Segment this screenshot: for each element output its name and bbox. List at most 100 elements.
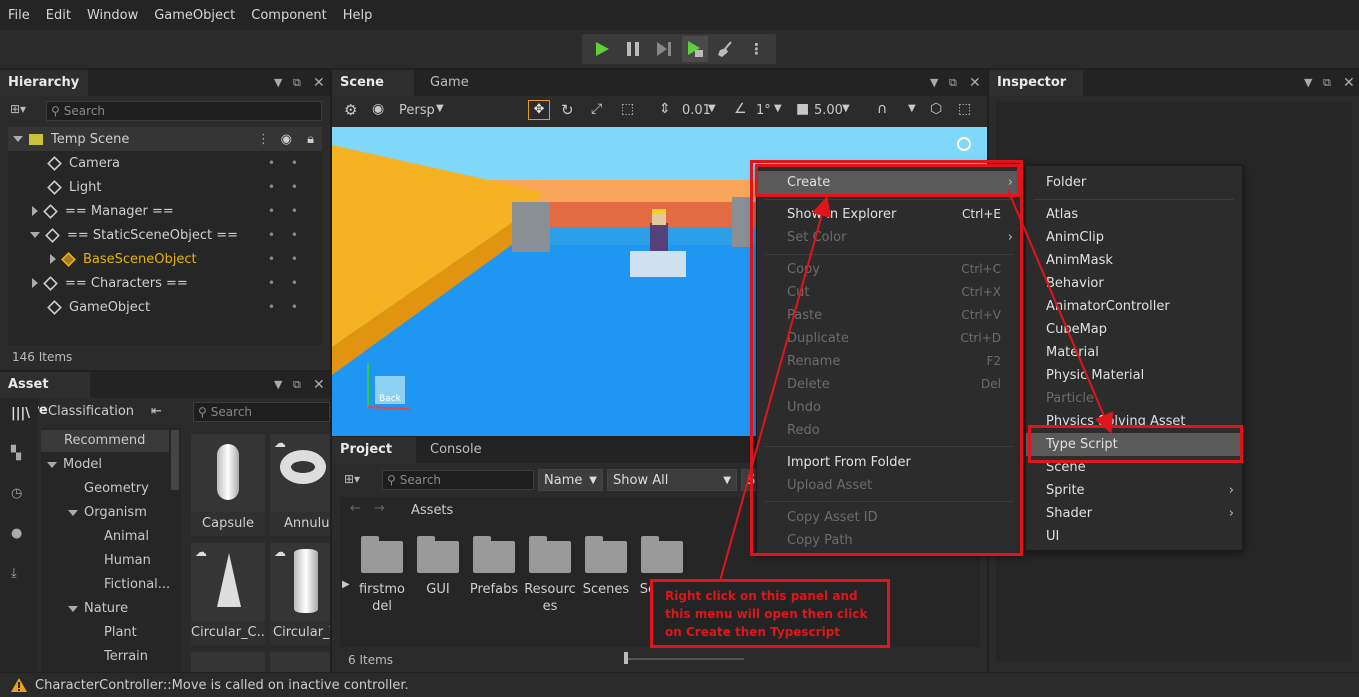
add-asset-icon[interactable]: ⊞▾ <box>344 472 360 486</box>
maximize-icon[interactable]: ⧉ <box>949 70 957 96</box>
menu-edit[interactable]: Edit <box>38 8 79 23</box>
submenu-item-ui[interactable]: UI <box>1026 525 1242 548</box>
zoom-slider-handle[interactable] <box>624 652 628 664</box>
dropdown-icon[interactable]: ▼ <box>930 70 938 96</box>
chevron-down-icon[interactable]: ▼ <box>842 103 850 114</box>
tree-row[interactable]: BaseSceneObject •• <box>8 247 322 271</box>
fullscreen-icon[interactable]: ⬚ <box>958 101 971 117</box>
visibility-dots[interactable]: •• <box>268 228 314 242</box>
close-icon[interactable]: ✕ <box>313 372 325 398</box>
tab-scene[interactable]: Scene <box>332 70 414 96</box>
tab-asset-store[interactable]: Asset Store <box>0 372 90 418</box>
user-icon[interactable]: ● <box>11 526 22 541</box>
play-button[interactable] <box>589 36 615 62</box>
chevron-down-icon[interactable]: ▼ <box>708 103 716 114</box>
submenu-item-atlas[interactable]: Atlas <box>1026 203 1242 226</box>
tree-row[interactable]: Camera •• <box>8 151 322 175</box>
asset-card[interactable]: ☁ Annulus <box>270 434 330 536</box>
tab-game[interactable]: Game <box>422 70 477 96</box>
tree-row[interactable]: Light •• <box>8 175 322 199</box>
tab-inspector[interactable]: Inspector <box>989 70 1083 96</box>
submenu-item-animatorcontroller[interactable]: AnimatorController <box>1026 295 1242 318</box>
folder-icon[interactable] <box>529 536 571 573</box>
cube-icon[interactable]: ⬡ <box>930 101 942 117</box>
menu-gameobject[interactable]: GameObject <box>146 8 243 23</box>
visibility-dots[interactable]: •• <box>268 300 314 314</box>
cloud-download-icon[interactable]: ☁ <box>195 545 207 559</box>
asset-card[interactable] <box>191 652 265 672</box>
submenu-item-cubemap[interactable]: CubeMap <box>1026 318 1242 341</box>
folder-icon[interactable] <box>361 536 403 573</box>
download-icon[interactable]: ⤓ <box>11 566 17 581</box>
menu-help[interactable]: Help <box>335 8 381 23</box>
chevron-down-icon[interactable]: ▼ <box>774 103 782 114</box>
more-button[interactable]: ⋮ <box>744 36 770 62</box>
submenu-item-physic-material[interactable]: Physic Material <box>1026 364 1242 387</box>
tree-row-scene[interactable]: Temp Scene ⋮ ◉ 🔒︎ <box>8 127 322 151</box>
chevron-down-icon[interactable]: ▼ <box>908 103 916 114</box>
orientation-gizmo-label[interactable]: Back <box>379 394 401 404</box>
forward-arrow-icon[interactable]: → <box>374 501 385 516</box>
visibility-dots[interactable]: •• <box>268 276 314 290</box>
lock-icon[interactable]: 🔒︎ <box>307 132 314 147</box>
category-item[interactable]: Model <box>47 454 102 476</box>
folder-label[interactable]: firstmo del <box>352 581 412 615</box>
pause-button[interactable] <box>620 36 646 62</box>
category-item[interactable]: Plant <box>104 622 137 644</box>
expand-icon[interactable] <box>50 254 56 264</box>
camera-icon[interactable]: ◉ <box>372 101 384 117</box>
play-scene-button[interactable] <box>681 36 708 62</box>
maximize-icon[interactable]: ⧉ <box>1323 70 1331 96</box>
folder-label[interactable]: Prefabs <box>464 581 524 598</box>
magnet-icon[interactable]: ∩ <box>877 101 887 117</box>
expand-icon[interactable] <box>32 278 38 288</box>
expand-icon[interactable] <box>13 136 23 142</box>
breadcrumb[interactable]: Assets <box>411 503 453 518</box>
category-item[interactable]: Organism <box>68 502 147 524</box>
category-item[interactable]: Fictional... <box>104 574 170 596</box>
submenu-item-material[interactable]: Material <box>1026 341 1242 364</box>
back-arrow-icon[interactable]: ← <box>350 501 361 516</box>
snap-angle-value[interactable]: 1° <box>756 103 771 118</box>
category-item[interactable]: Animal <box>104 526 149 548</box>
submenu-item-animclip[interactable]: AnimClip <box>1026 226 1242 249</box>
expand-icon[interactable] <box>32 206 38 216</box>
view-mode-dropdown[interactable]: Persp <box>399 103 435 118</box>
category-item[interactable]: Nature <box>68 598 128 620</box>
clear-button[interactable] <box>713 36 739 62</box>
folder-label[interactable]: Scenes <box>576 581 636 598</box>
expand-icon[interactable] <box>68 510 78 516</box>
folder-icon[interactable] <box>585 536 627 573</box>
dropdown-icon[interactable]: ▼ <box>274 372 282 398</box>
collapse-panel-icon[interactable]: ⇤ <box>151 404 162 419</box>
tree-row[interactable]: == Characters == •• <box>8 271 322 295</box>
rect-tool-icon[interactable]: ⬚ <box>621 101 634 117</box>
folder-label[interactable]: GUI <box>408 581 468 598</box>
zoom-slider[interactable] <box>624 658 744 660</box>
visibility-dots[interactable]: •• <box>268 180 314 194</box>
close-icon[interactable]: ✕ <box>969 70 981 96</box>
submenu-item-behavior[interactable]: Behavior <box>1026 272 1242 295</box>
category-item[interactable]: Geometry <box>84 478 149 500</box>
asset-card[interactable] <box>270 652 330 672</box>
step-button[interactable] <box>651 36 677 62</box>
asset-card[interactable]: ☁ Circular_C... <box>191 543 265 645</box>
expand-icon[interactable] <box>30 232 40 238</box>
asset-card[interactable]: ☁ Circular_T <box>270 543 330 645</box>
scrollbar[interactable] <box>171 430 179 490</box>
cloud-download-icon[interactable]: ☁ <box>274 545 286 559</box>
tree-row[interactable]: == StaticSceneObject == •• <box>8 223 322 247</box>
tree-row[interactable]: == Manager == •• <box>8 199 322 223</box>
store-search-input[interactable]: ⚲ Search <box>193 402 330 422</box>
rotate-tool-icon[interactable]: ↻ <box>561 101 574 119</box>
visibility-dots[interactable]: •• <box>268 204 314 218</box>
tab-project[interactable]: Project <box>332 437 416 463</box>
dropdown-icon[interactable]: ▼ <box>1304 70 1312 96</box>
cloud-download-icon[interactable]: ☁ <box>274 436 286 450</box>
visibility-dots[interactable]: •• <box>268 252 314 266</box>
close-icon[interactable]: ✕ <box>313 70 325 96</box>
folder-icon[interactable] <box>473 536 515 573</box>
submenu-item-particle[interactable]: Particle <box>1026 387 1242 410</box>
category-item[interactable]: Recommend <box>41 430 169 452</box>
submenu-item-sprite[interactable]: Sprite › <box>1026 479 1242 502</box>
